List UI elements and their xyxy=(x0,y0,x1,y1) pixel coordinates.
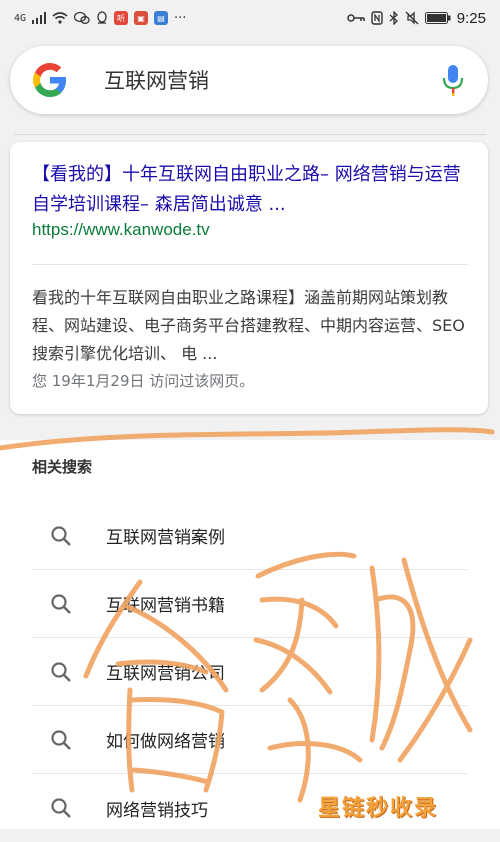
related-item-label: 互联网营销公司 xyxy=(106,664,225,684)
related-item[interactable]: 互联网营销案例 xyxy=(32,502,468,570)
related-item[interactable]: 如何做网络营销 xyxy=(32,706,468,774)
key-icon xyxy=(347,13,365,23)
status-bar: 4G 听 ▣ ▤ ··· 9:25 xyxy=(0,0,500,36)
cell-signal-icon xyxy=(32,12,47,24)
search-result-card[interactable]: 【看我的】十年互联网自由职业之路– 网络营销与运营自学培训课程– 森居简出诚意 … xyxy=(10,142,488,414)
battery-icon xyxy=(424,12,451,24)
search-icon xyxy=(51,593,71,614)
search-icon xyxy=(51,729,71,750)
related-searches: 相关搜索 互联网营销案例 互联网营销书籍 互联网营销公司 如何做网络营销 网络营… xyxy=(0,440,500,829)
mute-icon xyxy=(405,11,419,25)
search-icon xyxy=(51,798,71,818)
result-url[interactable]: https://www.kanwode.tv xyxy=(32,220,210,240)
search-icon xyxy=(51,661,71,682)
search-input[interactable]: 互联网营销 xyxy=(104,65,442,95)
visited-note: 您 19年1月29日 访问过该网页。 xyxy=(32,372,255,390)
related-item-label: 互联网营销案例 xyxy=(106,528,225,548)
clock: 9:25 xyxy=(456,9,486,27)
news-app-icon: ▤ xyxy=(154,11,169,25)
card-divider xyxy=(32,264,468,265)
wifi-icon xyxy=(52,12,68,24)
wechat-icon xyxy=(74,11,90,25)
related-searches-heading: 相关搜索 xyxy=(32,458,93,476)
related-item[interactable]: 互联网营销公司 xyxy=(32,638,468,706)
related-item-label: 互联网营销书籍 xyxy=(106,596,225,616)
status-bar-left: 4G 听 ▣ ▤ ··· xyxy=(14,11,186,26)
search-icon xyxy=(51,525,71,546)
result-snippet: 看我的十年互联网自由职业之路课程】涵盖前期网站策划教程、网站建设、电子商务平台搭… xyxy=(32,288,465,363)
nfc-icon xyxy=(371,11,383,25)
search-bar[interactable]: 互联网营销 xyxy=(10,46,488,114)
status-bar-right: 9:25 xyxy=(347,10,486,27)
signal-label: 4G xyxy=(14,12,27,24)
bluetooth-icon xyxy=(389,11,399,25)
previous-card-edge xyxy=(14,128,486,135)
ting-app-icon: 听 xyxy=(114,11,129,25)
watermark-text: 星链秒收录 xyxy=(318,796,439,821)
microphone-icon[interactable] xyxy=(442,64,464,96)
kuaibao-app-icon: ▣ xyxy=(134,11,149,25)
related-item-label: 网络营销技巧 xyxy=(106,800,208,821)
qq-icon xyxy=(96,11,108,25)
related-item[interactable]: 互联网营销书籍 xyxy=(32,570,468,638)
result-title-link[interactable]: 【看我的】十年互联网自由职业之路– 网络营销与运营自学培训课程– 森居简出诚意 … xyxy=(32,160,468,220)
google-logo-icon[interactable] xyxy=(30,60,70,100)
related-item-label: 如何做网络营销 xyxy=(106,732,225,752)
more-notifications: ··· xyxy=(174,10,187,26)
